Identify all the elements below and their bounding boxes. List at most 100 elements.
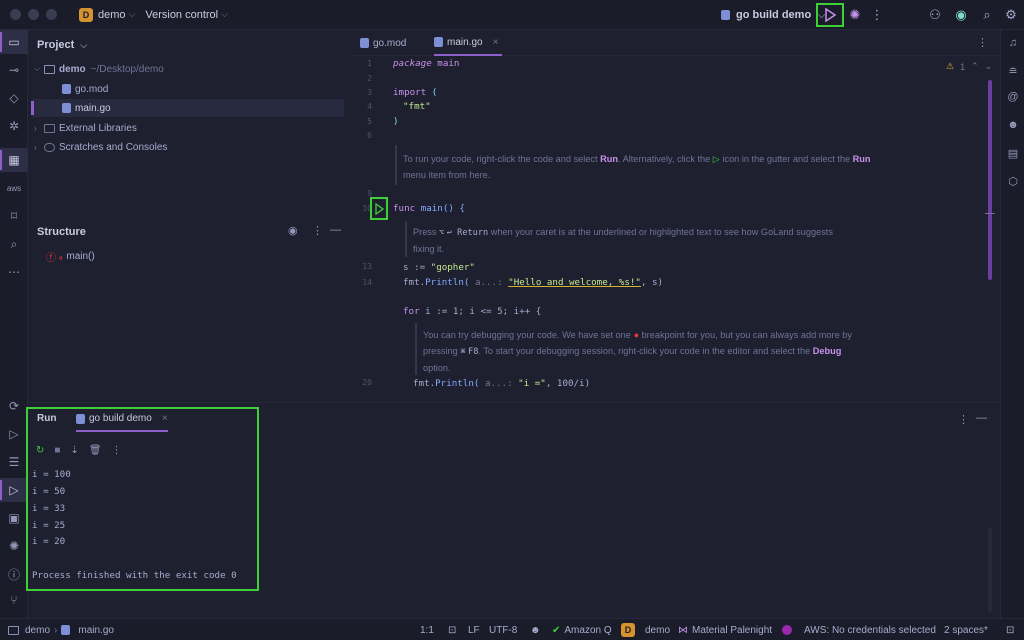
breadcrumb[interactable]: demo › main.go	[8, 619, 114, 640]
indent-status[interactable]: 2 spaces*	[944, 619, 988, 640]
zoom-window-icon[interactable]	[46, 9, 57, 20]
doc-comment-quickfix: Press ⌥ ↩ Return when your caret is at t…	[413, 227, 833, 254]
tree-file-go-mod[interactable]: go.mod	[28, 80, 348, 98]
file-encoding[interactable]: UTF-8	[489, 619, 517, 640]
lock-status[interactable]: ⊡	[1006, 619, 1014, 640]
search-icon: ⌕	[983, 7, 991, 22]
code-line: func main() {	[393, 202, 465, 216]
copilot-status[interactable]: ☻	[530, 619, 541, 640]
run-button[interactable]	[816, 3, 844, 27]
more-tools-button[interactable]: ⋯	[0, 260, 28, 284]
output-scrollbar[interactable]	[988, 527, 992, 613]
debug-tool-button[interactable]: ✺	[0, 534, 28, 558]
run-dashboard-button[interactable]: ▷	[0, 422, 28, 446]
aws-tool-button[interactable]: aws	[0, 176, 28, 200]
terminal-tool-button[interactable]: ▣	[0, 506, 28, 530]
learn-tool-button[interactable]: ◇	[0, 86, 28, 110]
trash-icon[interactable]: 🗑	[89, 445, 102, 456]
punct: )	[393, 116, 399, 127]
tab-go-build-demo[interactable]: go build demo ×	[76, 409, 168, 432]
notifications-button[interactable]: ♫	[1001, 32, 1024, 54]
project-status[interactable]: D demo	[621, 619, 670, 640]
tree-external-libraries[interactable]: › External Libraries	[28, 119, 348, 137]
hexagon-tool-button[interactable]: ⬡	[1001, 170, 1024, 192]
line-number: 3	[367, 88, 372, 97]
folder-icon: ▭	[8, 35, 20, 49]
git-branch-icon: ⑂	[10, 593, 18, 607]
tree-file-main-go[interactable]: main.go	[31, 99, 344, 117]
tree-root[interactable]: ⌵ demo ~/Desktop/demo	[28, 60, 348, 78]
plugins-tool-button[interactable]: ✲	[0, 114, 28, 138]
close-tab-icon[interactable]: ×	[162, 413, 168, 424]
project-badge[interactable]: D	[79, 7, 93, 22]
read-only-toggle[interactable]: ⊡	[448, 619, 456, 640]
structure-tool-button[interactable]: ▦	[0, 148, 28, 172]
minimize-window-icon[interactable]	[28, 9, 39, 20]
more-icon[interactable]: ⋮	[958, 413, 969, 426]
add-user-button[interactable]: ⚇	[924, 4, 946, 26]
minimize-panel-icon[interactable]: —	[330, 224, 341, 236]
theme-status[interactable]: ⋈ Material Palenight	[678, 619, 772, 640]
commit-tool-button[interactable]: ⊸	[0, 58, 28, 82]
run-config-label: go build demo	[736, 9, 812, 21]
stop-icon[interactable]: ■	[54, 445, 60, 456]
caret-position[interactable]: 1:1	[420, 619, 434, 640]
project-tool-button[interactable]: ▭	[0, 30, 28, 54]
structure-item[interactable]: ⓕ ₐ main()	[28, 247, 348, 265]
more-icon[interactable]: ⋮	[112, 445, 122, 456]
aws-status[interactable]: AWS: No credentials selected	[782, 619, 936, 640]
breadcrumb-file[interactable]: main.go	[78, 625, 114, 636]
chevron-down-icon[interactable]: ⌵	[221, 9, 228, 20]
string-literal: "fmt"	[403, 101, 431, 112]
services-tool-button[interactable]: ⟳	[0, 394, 28, 418]
git-tool-button[interactable]: ⑂	[0, 588, 28, 612]
tab-go-mod[interactable]: go.mod	[360, 30, 406, 56]
run-icon	[375, 202, 385, 215]
window-controls[interactable]	[10, 9, 57, 20]
breadcrumb-project[interactable]: demo	[25, 625, 50, 636]
problems-tool-button[interactable]: ⓘ	[0, 562, 28, 586]
database-button[interactable]: ≘	[1001, 60, 1024, 82]
more-actions-button[interactable]: ⋮	[866, 4, 888, 26]
ai-assistant-side-button[interactable]: @	[1001, 86, 1024, 108]
bell-icon: ♫	[1008, 37, 1018, 49]
tab-main-go[interactable]: main.go ×	[434, 30, 503, 56]
line-separator[interactable]: LF	[468, 619, 480, 640]
lock-icon: ⊡	[1006, 624, 1015, 636]
chevron-down-icon[interactable]: ⌵	[129, 9, 136, 20]
string-literal: "Hello and welcome, %s!"	[508, 277, 641, 288]
run-tool-button[interactable]: ▷	[0, 478, 28, 502]
structure-view-options-icon[interactable]: ◉	[288, 224, 298, 237]
keyword: import	[393, 87, 427, 98]
ai-assistant-button[interactable]: ◉	[950, 4, 972, 26]
run-config-selector[interactable]: go build demo ⌵	[721, 0, 825, 30]
project-name[interactable]: demo	[98, 9, 126, 21]
copilot-button[interactable]: ☻	[1001, 114, 1024, 136]
search-button[interactable]: ⌕	[976, 4, 998, 26]
more-icon[interactable]: ⋮	[312, 224, 323, 237]
chat-button[interactable]: ▤	[1001, 142, 1024, 164]
project-panel-title[interactable]: Project ⌵	[37, 39, 87, 51]
close-tab-icon[interactable]: ×	[493, 37, 499, 48]
rerun-icon[interactable]: ↻	[36, 445, 44, 456]
minimize-panel-icon[interactable]: —	[976, 412, 987, 424]
version-control-menu[interactable]: Version control	[145, 9, 218, 21]
debug-button[interactable]: ✺	[844, 4, 866, 26]
tree-scratches[interactable]: › Scratches and Consoles	[28, 138, 348, 156]
external-libraries-label: External Libraries	[59, 122, 137, 134]
tab-options-icon[interactable]: ⋮	[977, 36, 988, 49]
commit-icon: ⊸	[8, 63, 20, 77]
chevron-down-icon[interactable]: ⌄	[985, 61, 993, 72]
settings-button[interactable]: ⚙	[1000, 4, 1022, 26]
gear-icon: ⚙	[1005, 7, 1017, 22]
scroll-to-end-icon[interactable]: ⇣	[70, 445, 78, 456]
code-editor[interactable]: package main import ( "fmt" ) To run you…	[393, 57, 983, 390]
string-literal: "gopher"	[430, 262, 475, 273]
close-window-icon[interactable]	[10, 9, 21, 20]
find-tool-button[interactable]: ⌕	[0, 232, 28, 256]
amazon-q-status[interactable]: ✔ Amazon Q	[552, 619, 612, 640]
editor-scrollbar[interactable]	[988, 80, 992, 280]
gutter-run-button[interactable]	[370, 197, 388, 220]
bookmarks-tool-button[interactable]: ⌑	[0, 204, 28, 228]
todo-tool-button[interactable]: ☰	[0, 450, 28, 474]
